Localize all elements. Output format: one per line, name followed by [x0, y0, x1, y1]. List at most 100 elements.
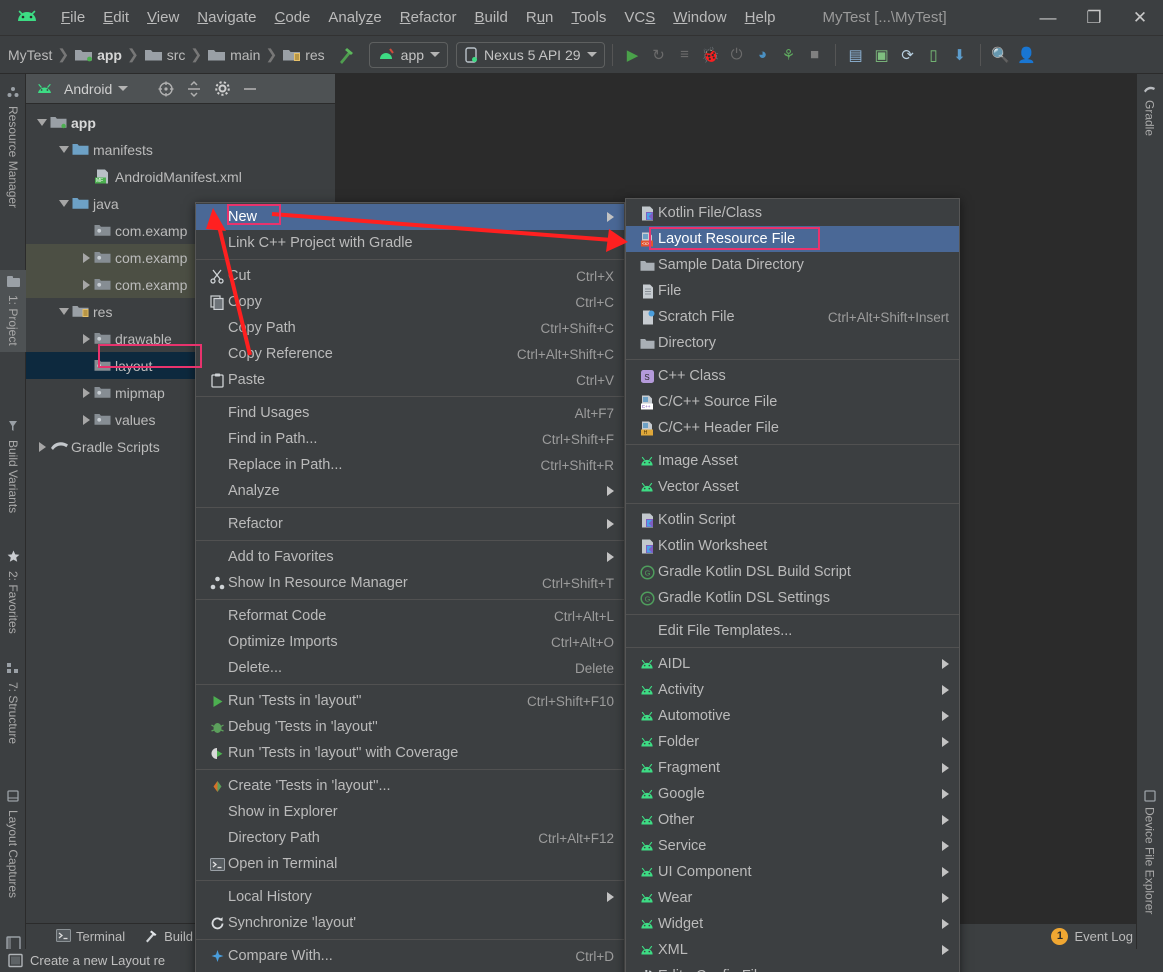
menu-item-debug-tests-in-layout[interactable]: Debug 'Tests in 'layout'' [196, 714, 624, 740]
menu-item-synchronize-layout[interactable]: Synchronize 'layout' [196, 910, 624, 936]
submenu-item-edit-file-templates[interactable]: Edit File Templates... [626, 618, 959, 644]
bottom-item-terminal[interactable]: Terminal [56, 928, 125, 945]
sidebar-item-structure[interactable]: 7: Structure [0, 656, 26, 750]
submenu-item-service[interactable]: Service [626, 833, 959, 859]
submenu-item-xml[interactable]: XML [626, 937, 959, 963]
menu-item-copy[interactable]: Copy Ctrl+C [196, 289, 624, 315]
sidebar-item-project[interactable]: 1: Project [0, 270, 26, 352]
menu-item-show-in-resource-manager[interactable]: Show In Resource Manager Ctrl+Shift+T [196, 570, 624, 596]
submenu-item-folder[interactable]: Folder [626, 729, 959, 755]
chevron-down-icon[interactable] [34, 115, 50, 131]
device-manager-icon[interactable]: ▯ [921, 42, 947, 68]
attach-debugger-icon[interactable]: ⏻ [724, 42, 750, 68]
submenu-item-scratch-file[interactable]: Scratch File Ctrl+Alt+Shift+Insert [626, 304, 959, 330]
submenu-item-google[interactable]: Google [626, 781, 959, 807]
menu-item-create-tests-in-layout[interactable]: Create 'Tests in 'layout''... [196, 773, 624, 799]
menubar-item-run[interactable]: Run [517, 7, 563, 28]
submenu-item-kotlin-file-class[interactable]: Kotlin File/Class [626, 200, 959, 226]
tree-node-app[interactable]: app [26, 109, 335, 136]
breadcrumb-item-app[interactable]: app [74, 47, 122, 63]
chevron-right-icon[interactable] [78, 277, 94, 293]
menu-item-find-usages[interactable]: Find Usages Alt+F7 [196, 400, 624, 426]
menubar-item-view[interactable]: View [138, 7, 188, 28]
bottom-item-build[interactable]: Build [143, 928, 193, 946]
collapse-all-icon[interactable] [182, 77, 206, 101]
chevron-down-icon[interactable] [56, 142, 72, 158]
submenu-item-directory[interactable]: Directory [626, 330, 959, 356]
menubar-item-help[interactable]: Help [736, 7, 785, 28]
menu-item-add-to-favorites[interactable]: Add to Favorites [196, 544, 624, 570]
menu-item-new[interactable]: New [196, 204, 624, 230]
sidebar-item-resource-manager[interactable]: Resource Manager [0, 80, 26, 214]
chevron-down-icon[interactable] [56, 196, 72, 212]
hammer-icon[interactable] [333, 42, 359, 68]
menu-item-cut[interactable]: Cut Ctrl+X [196, 263, 624, 289]
run-configuration-selector[interactable]: app [368, 41, 449, 68]
menu-item-optimize-imports[interactable]: Optimize Imports Ctrl+Alt+O [196, 629, 624, 655]
chevron-right-icon[interactable] [34, 439, 50, 455]
stop-icon[interactable]: ■ [802, 42, 828, 68]
minimize-button[interactable]: — [1025, 0, 1071, 36]
sdk-manager-icon[interactable]: ▤ [843, 42, 869, 68]
sync-gradle-icon[interactable]: ⟳ [895, 42, 921, 68]
menu-item-directory-path[interactable]: Directory Path Ctrl+Alt+F12 [196, 825, 624, 851]
menubar-item-tools[interactable]: Tools [562, 7, 615, 28]
settings-gear-icon[interactable] [210, 77, 234, 101]
submenu-item-image-asset[interactable]: Image Asset [626, 448, 959, 474]
hide-panel-icon[interactable] [238, 77, 262, 101]
submenu-item-other[interactable]: Other [626, 807, 959, 833]
menubar-item-edit[interactable]: Edit [94, 7, 138, 28]
sidebar-item-layout-captures[interactable]: Layout Captures [0, 784, 26, 904]
breadcrumb-item-src[interactable]: src [144, 47, 185, 63]
chevron-right-icon[interactable] [78, 250, 94, 266]
chevron-down-icon[interactable] [118, 86, 129, 91]
submenu-item-gradle-kotlin-dsl-build-script[interactable]: G Gradle Kotlin DSL Build Script [626, 559, 959, 585]
apply-code-changes-icon[interactable]: ≡ [672, 42, 698, 68]
menu-item-reformat-code[interactable]: Reformat Code Ctrl+Alt+L [196, 603, 624, 629]
breadcrumb-item-res[interactable]: res [282, 47, 325, 63]
submenu-item-ui-component[interactable]: UI Component [626, 859, 959, 885]
submenu-item-c++-class[interactable]: S C++ Class [626, 363, 959, 389]
menubar-item-refactor[interactable]: Refactor [391, 7, 466, 28]
menu-item-compare-with[interactable]: Compare With... Ctrl+D [196, 943, 624, 969]
close-button[interactable]: ✕ [1117, 0, 1163, 36]
debug-icon[interactable]: 🐞 [698, 42, 724, 68]
submenu-item-activity[interactable]: Activity [626, 677, 959, 703]
submenu-item-file[interactable]: File [626, 278, 959, 304]
menu-item-replace-in-path[interactable]: Replace in Path... Ctrl+Shift+R [196, 452, 624, 478]
menubar-item-navigate[interactable]: Navigate [188, 7, 265, 28]
menu-item-copy-reference[interactable]: Copy Reference Ctrl+Alt+Shift+C [196, 341, 624, 367]
chevron-down-icon[interactable] [56, 304, 72, 320]
sidebar-item-device-file-explorer[interactable]: Device File Explorer [1136, 784, 1163, 920]
menubar-item-file[interactable]: File [52, 7, 94, 28]
sdk-update-icon[interactable]: ⬇ [947, 42, 973, 68]
project-view-selector-label[interactable]: Android [64, 81, 112, 97]
device-selector[interactable]: Nexus 5 API 29 [456, 41, 605, 68]
menu-item-link-c++-project-with-gradle[interactable]: Link C++ Project with Gradle [196, 230, 624, 256]
submenu-item-c-c++-header-file[interactable]: H C/C++ Header File [626, 415, 959, 441]
chevron-right-icon[interactable] [78, 412, 94, 428]
menu-item-show-in-explorer[interactable]: Show in Explorer [196, 799, 624, 825]
breadcrumb-item-mytest[interactable]: MyTest [4, 47, 52, 63]
tree-node-manifests[interactable]: manifests [26, 136, 335, 163]
menu-item-copy-path[interactable]: Copy Path Ctrl+Shift+C [196, 315, 624, 341]
profiler-icon[interactable]: ◕ [750, 42, 776, 68]
menubar-item-vcs[interactable]: VCS [615, 7, 664, 28]
submenu-item-gradle-kotlin-dsl-settings[interactable]: G Gradle Kotlin DSL Settings [626, 585, 959, 611]
menubar-item-analyze[interactable]: Analyze [319, 7, 390, 28]
menu-item-paste[interactable]: Paste Ctrl+V [196, 367, 624, 393]
menu-item-open-in-terminal[interactable]: Open in Terminal [196, 851, 624, 877]
menu-item-analyze[interactable]: Analyze [196, 478, 624, 504]
run-with-coverage-icon[interactable]: ⚘ [776, 42, 802, 68]
chevron-right-icon[interactable] [78, 331, 94, 347]
submenu-item-vector-asset[interactable]: Vector Asset [626, 474, 959, 500]
submenu-item-editorconfig-file[interactable]: EditorConfig File [626, 963, 959, 972]
submenu-item-c-c++-source-file[interactable]: C++ C/C++ Source File [626, 389, 959, 415]
avatar-icon[interactable]: 👤 [1014, 42, 1040, 68]
submenu-item-kotlin-worksheet[interactable]: Kotlin Worksheet [626, 533, 959, 559]
submenu-item-widget[interactable]: Widget [626, 911, 959, 937]
menu-item-local-history[interactable]: Local History [196, 884, 624, 910]
search-icon[interactable]: 🔍 [988, 42, 1014, 68]
menu-item-delete[interactable]: Delete... Delete [196, 655, 624, 681]
apply-changes-icon[interactable]: ↻ [646, 42, 672, 68]
